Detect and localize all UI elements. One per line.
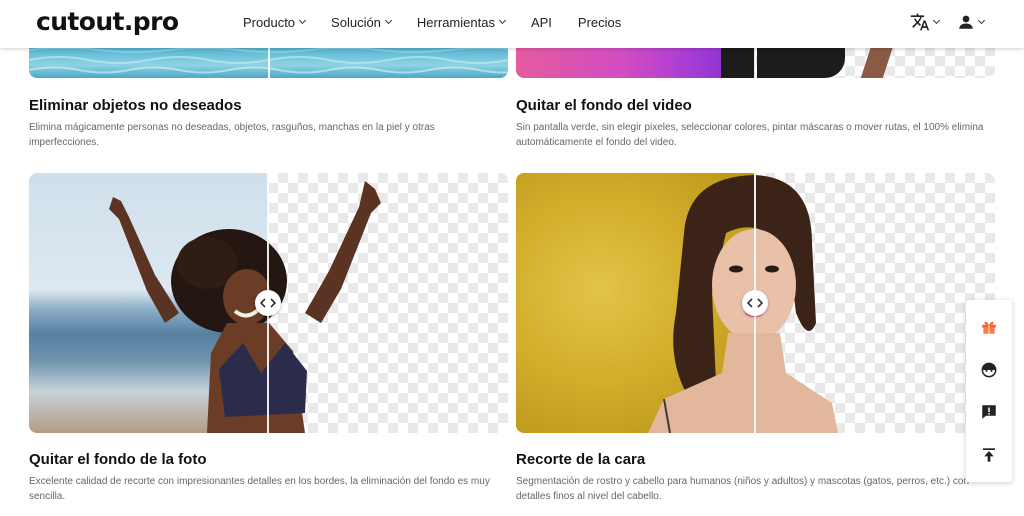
card-title[interactable]: Quitar el fondo de la foto (29, 451, 207, 468)
card-description: Sin pantalla verde, sin elegir pixeles, … (516, 122, 984, 148)
language-selector[interactable] (910, 12, 941, 32)
gift-icon (982, 322, 996, 334)
gift-button[interactable] (974, 312, 1004, 342)
nav-item-label: Producto (243, 14, 296, 30)
nav-item-label: Herramientas (416, 14, 495, 30)
back-to-top-button[interactable] (974, 440, 1004, 470)
nav-item-label: API (530, 14, 552, 30)
support-agent-icon (981, 362, 997, 378)
top-navigation-bar: cutout.pro Producto Solución Herramienta… (0, 0, 1024, 48)
nav-item-label: Solución (331, 14, 381, 30)
left-right-arrows-icon (747, 298, 763, 308)
user-icon (959, 15, 973, 29)
chevron-down-icon (384, 16, 392, 25)
nav-item-herramientas[interactable]: Herramientas (416, 14, 506, 30)
chevron-down-icon (498, 16, 506, 25)
feedback-icon (982, 405, 996, 419)
remove-photo-background-preview[interactable] (29, 173, 508, 433)
nav-item-producto[interactable]: Producto (243, 14, 307, 30)
card-description: Segmentación de rostro y cabello para hu… (516, 476, 970, 502)
card-title[interactable]: Recorte de la cara (516, 451, 645, 468)
comparison-slider-handle[interactable] (742, 290, 768, 316)
nav-item-label: Precios (577, 14, 622, 30)
card-description: Excelente calidad de recorte con impresi… (29, 476, 490, 502)
main-nav: Producto Solución Herramientas API Preci… (243, 0, 647, 44)
header-actions (892, 12, 986, 32)
chevron-down-icon (299, 16, 307, 25)
floating-action-bar (966, 300, 1012, 482)
user-menu[interactable] (957, 13, 986, 31)
card-description: Elimina mágicamente personas no deseadas… (29, 122, 435, 148)
chevron-down-icon (977, 16, 986, 25)
nav-item-precios[interactable]: Precios (578, 15, 621, 30)
support-agent-button[interactable] (974, 355, 1004, 385)
comparison-slider-handle[interactable] (255, 290, 281, 316)
face-cutout-preview[interactable] (516, 173, 995, 433)
left-right-arrows-icon (260, 298, 276, 308)
feedback-button[interactable] (974, 397, 1004, 427)
back-to-top-icon (983, 448, 995, 462)
card-title[interactable]: Quitar el fondo del video (516, 97, 692, 114)
nav-item-api[interactable]: API (531, 15, 552, 30)
brand-logo[interactable]: cutout.pro (36, 7, 179, 36)
nav-item-solucion[interactable]: Solución (331, 14, 392, 30)
chevron-down-icon (932, 16, 941, 25)
translate-icon (910, 13, 930, 31)
card-title[interactable]: Eliminar objetos no deseados (29, 97, 242, 114)
